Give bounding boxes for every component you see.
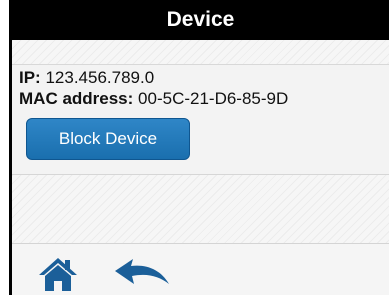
mac-row: MAC address: 00-5C-21-D6-85-9D	[19, 89, 288, 109]
bottom-divider-band	[12, 175, 389, 243]
mac-label: MAC address:	[19, 89, 134, 108]
device-screen: Device IP: 123.456.789.0 MAC address: 00…	[9, 0, 389, 295]
block-device-button[interactable]: Block Device	[26, 118, 190, 160]
mac-value: 00-5C-21-D6-85-9D	[138, 89, 289, 108]
top-divider-band	[12, 40, 389, 65]
back-arrow-icon	[115, 259, 169, 284]
device-info-panel: IP: 123.456.789.0 MAC address: 00-5C-21-…	[12, 65, 389, 175]
back-button[interactable]	[113, 258, 171, 288]
home-icon	[39, 258, 77, 291]
ip-row: IP: 123.456.789.0	[19, 68, 154, 88]
ip-value: 123.456.789.0	[45, 68, 155, 87]
header-bar: Device	[12, 0, 389, 40]
home-button[interactable]	[38, 257, 78, 291]
page-title: Device	[166, 8, 235, 31]
ip-label: IP:	[19, 68, 41, 87]
footer-toolbar	[12, 243, 389, 295]
